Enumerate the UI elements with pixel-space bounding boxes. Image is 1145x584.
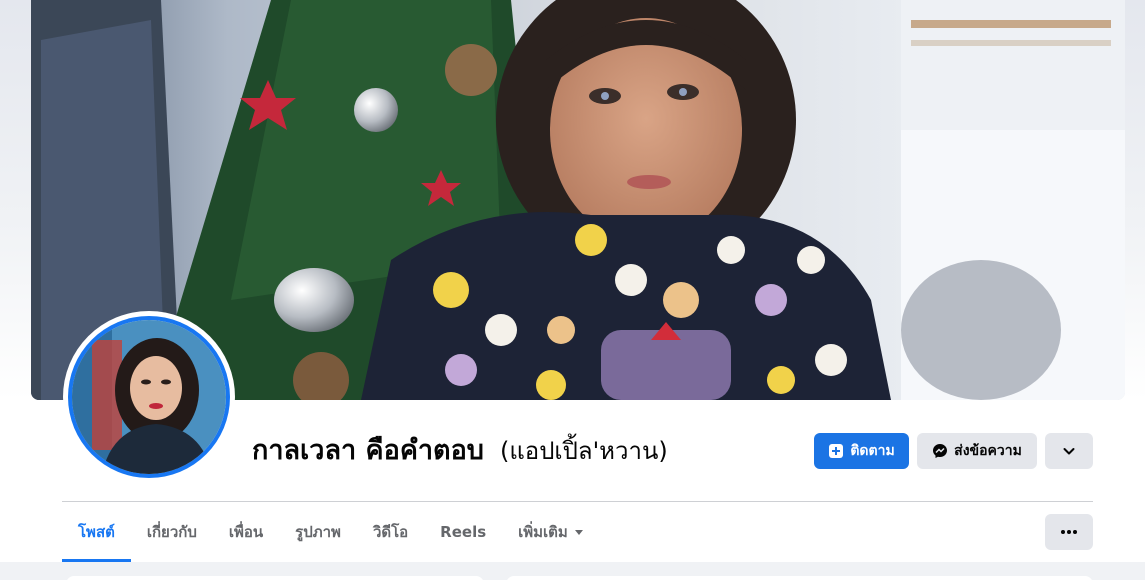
tabs-overflow-button[interactable] (1045, 514, 1093, 550)
profile-alternate-name: (แอปเปิ้ล'หวาน) (499, 437, 668, 465)
caret-down-icon (574, 527, 584, 537)
tab-label: Reels (440, 523, 487, 541)
tab-label: รูปภาพ (295, 523, 341, 541)
follow-button-label: ติดตาม (850, 443, 895, 459)
profile-avatar[interactable] (63, 311, 235, 483)
tab-label: เกี่ยวกับ (146, 523, 197, 541)
avatar-image (72, 320, 226, 474)
profile-tabs: โพสต์ เกี่ยวกับ เพื่อน รูปภาพ วิดีโอ Ree… (62, 502, 600, 562)
tab-label: เพื่อน (228, 523, 264, 541)
profile-name-main: กาลเวลา คือคำตอบ (252, 435, 484, 466)
profile-name: กาลเวลา คือคำตอบ (แอปเปิ้ล'หวาน) (252, 428, 668, 471)
message-button-label: ส่งข้อความ (954, 443, 1022, 459)
messenger-icon (932, 443, 948, 459)
tab-reels[interactable]: Reels (424, 502, 502, 562)
tab-about[interactable]: เกี่ยวกับ (131, 502, 213, 562)
tab-photos[interactable]: รูปภาพ (279, 502, 357, 562)
intro-card-edge (66, 576, 484, 584)
avatar-border (68, 316, 230, 478)
tab-posts[interactable]: โพสต์ (62, 502, 131, 562)
tab-videos[interactable]: วิดีโอ (357, 502, 424, 562)
more-actions-button[interactable] (1045, 433, 1093, 469)
message-button[interactable]: ส่งข้อความ (917, 433, 1037, 469)
tab-friends[interactable]: เพื่อน (213, 502, 279, 562)
feed-card-edge (506, 576, 1093, 584)
chevron-down-icon (1062, 444, 1076, 458)
tab-label: วิดีโอ (372, 523, 409, 541)
tab-label: โพสต์ (78, 523, 115, 541)
ellipsis-icon (1061, 530, 1077, 534)
follow-button[interactable]: ติดตาม (814, 433, 909, 469)
follow-plus-icon (828, 443, 844, 459)
tab-label: เพิ่มเติม (518, 523, 568, 541)
tab-more[interactable]: เพิ่มเติม (502, 502, 600, 562)
